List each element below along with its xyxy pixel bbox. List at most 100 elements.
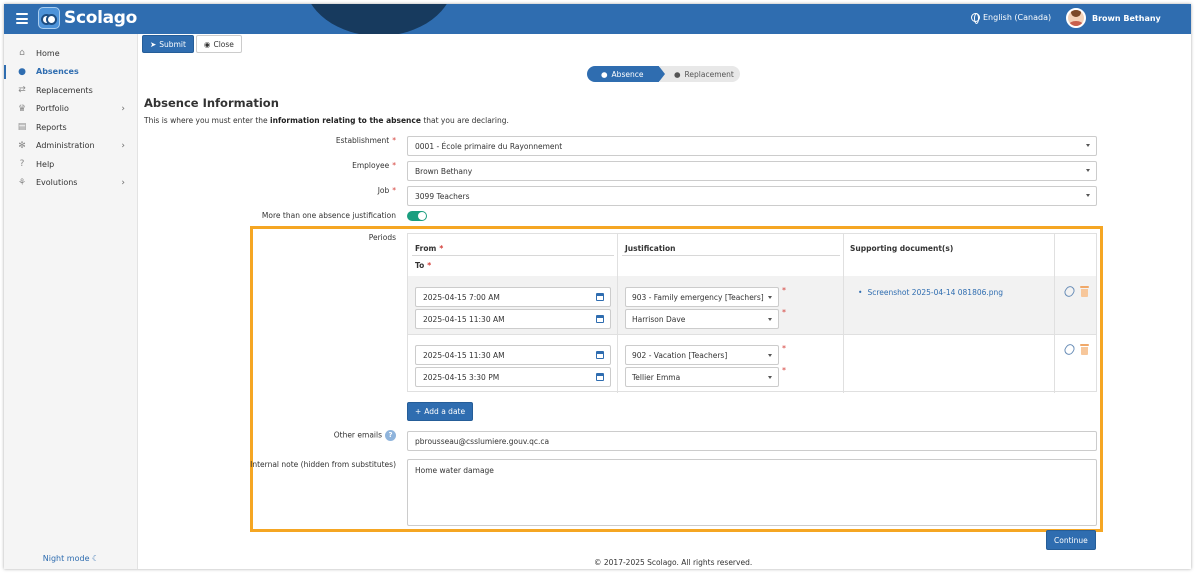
header-documents: Supporting document(s): [850, 244, 954, 253]
sidebar-item-help[interactable]: ? Help: [4, 155, 137, 174]
employee-label: Employee *: [254, 161, 396, 170]
page-title: Absence Information: [144, 96, 279, 110]
header-from: From *: [415, 244, 443, 253]
sidebar-item-portfolio[interactable]: ♛ Portfolio ›: [4, 100, 137, 119]
calendar-icon[interactable]: [596, 373, 604, 381]
to-value: 2025-04-15 3:30 PM: [423, 372, 500, 382]
step-label: Absence: [611, 69, 644, 79]
paperclip-icon[interactable]: [1062, 342, 1077, 357]
trash-icon[interactable]: [1080, 344, 1089, 355]
period-2-approver-select[interactable]: Tellier Emma: [625, 367, 779, 387]
avatar: [1066, 8, 1086, 28]
sidebar-item-label: Evolutions: [36, 178, 78, 188]
calendar-icon[interactable]: [596, 315, 604, 323]
sidebar-item-home[interactable]: ⌂ Home: [4, 44, 137, 63]
from-value: 2025-04-15 7:00 AM: [423, 292, 500, 302]
form-toolbar: ➤ Submit ◉ Close: [142, 35, 242, 53]
calendar-icon[interactable]: [596, 293, 604, 301]
sidebar-item-absences[interactable]: ● Absences: [4, 63, 137, 82]
header-from-text: From: [415, 244, 437, 253]
caret-down-icon: [768, 318, 772, 321]
home-icon: ⌂: [19, 48, 25, 59]
menu-toggle-icon[interactable]: [16, 13, 28, 24]
approver-value: Tellier Emma: [632, 372, 681, 382]
justification-value: 903 - Family emergency [Teachers]: [632, 292, 764, 302]
desc-bold-text: information relating to the absence: [270, 116, 421, 125]
night-mode-toggle[interactable]: Night mode ☾: [4, 554, 138, 563]
add-date-button[interactable]: + Add a date: [407, 402, 474, 421]
required-mark: *: [392, 186, 396, 195]
employee-select[interactable]: Brown Bethany: [407, 161, 1097, 181]
trophy-icon: ♛: [17, 103, 27, 114]
job-label: Job *: [254, 186, 396, 195]
continue-button[interactable]: Continue: [1046, 530, 1096, 550]
submit-label: Submit: [159, 39, 186, 49]
trash-icon[interactable]: [1080, 286, 1089, 297]
header-to: To *: [415, 261, 431, 270]
gear-icon: ✻: [18, 140, 26, 151]
required-mark: *: [782, 308, 786, 317]
establishment-value: 0001 - École primaire du Rayonnement: [415, 141, 563, 151]
sidebar-item-reports[interactable]: ▤ Reports: [4, 118, 137, 137]
required-mark: *: [392, 136, 396, 145]
other-emails-input[interactable]: pbrousseau@csslumiere.gouv.qc.ca: [407, 431, 1097, 451]
user-icon: ●: [674, 69, 681, 79]
document-link[interactable]: Screenshot 2025-04-14 081806.png: [858, 288, 1003, 297]
employee-label-text: Employee: [352, 161, 390, 170]
step-absence[interactable]: ● Absence: [587, 66, 665, 82]
top-header: Scolago English (Canada) Brown Bethany: [4, 4, 1191, 34]
period-1-from-input[interactable]: 2025-04-15 7:00 AM: [415, 287, 611, 307]
period-2-from-input[interactable]: 2025-04-15 11:30 AM: [415, 345, 611, 365]
help-icon[interactable]: ?: [385, 430, 396, 441]
caret-down-icon: [768, 296, 772, 299]
absence-user-icon: ●: [601, 69, 608, 79]
internal-note-value: Home water damage: [415, 466, 494, 475]
absence-user-icon: ●: [18, 66, 26, 77]
sidebar-item-evolutions[interactable]: ⚘ Evolutions ›: [4, 174, 137, 193]
moon-icon: ☾: [92, 554, 100, 563]
required-mark: *: [439, 244, 444, 253]
required-mark: *: [392, 161, 396, 170]
sidebar-item-administration[interactable]: ✻ Administration ›: [4, 137, 137, 156]
caret-down-icon: [768, 354, 772, 357]
establishment-label-text: Establishment: [335, 136, 390, 145]
step-replacement[interactable]: ● Replacement: [660, 66, 740, 82]
user-name: Brown Bethany: [1092, 13, 1161, 23]
job-select[interactable]: 3099 Teachers: [407, 186, 1097, 206]
globe-icon: [971, 13, 980, 24]
row-divider: [408, 334, 1096, 335]
sidebar-item-label: Reports: [36, 122, 67, 132]
sidebar-item-label: Absences: [36, 67, 79, 77]
multi-justification-label: More than one absence justification: [261, 211, 396, 220]
other-emails-value: pbrousseau@csslumiere.gouv.qc.ca: [415, 436, 550, 446]
submit-button[interactable]: ➤ Submit: [142, 35, 194, 53]
language-selector[interactable]: English (Canada): [971, 13, 1052, 24]
other-emails-label: Other emails?: [284, 430, 396, 441]
header-decoration: [304, 4, 454, 34]
period-2-to-input[interactable]: 2025-04-15 3:30 PM: [415, 367, 611, 387]
period-2-justification-select[interactable]: 902 - Vacation [Teachers]: [625, 345, 779, 365]
required-mark: *: [782, 344, 786, 353]
from-value: 2025-04-15 11:30 AM: [423, 350, 505, 360]
brand-logo[interactable]: Scolago: [38, 7, 137, 29]
internal-note-textarea[interactable]: Home water damage: [407, 459, 1097, 526]
period-1-justification-select[interactable]: 903 - Family emergency [Teachers]: [625, 287, 779, 307]
owl-logo-icon: [38, 7, 60, 29]
multi-justification-toggle[interactable]: [407, 211, 427, 221]
col-documents: [844, 234, 1055, 393]
periods-label: Periods: [368, 233, 396, 242]
period-1-approver-select[interactable]: Harrison Dave: [625, 309, 779, 329]
period-1-to-input[interactable]: 2025-04-15 11:30 AM: [415, 309, 611, 329]
sidebar-item-replacements[interactable]: ⇄ Replacements: [4, 81, 137, 100]
sprout-icon: ⚘: [17, 177, 27, 188]
job-label-text: Job: [377, 186, 390, 195]
calendar-icon[interactable]: [596, 351, 604, 359]
wizard-steps: ● Absence ● Replacement: [587, 66, 740, 82]
close-button[interactable]: ◉ Close: [195, 35, 242, 53]
user-menu[interactable]: Brown Bethany: [1066, 8, 1161, 28]
caret-down-icon: [768, 376, 772, 379]
close-circle-icon: ◉: [203, 39, 211, 49]
sidebar-item-label: Home: [36, 48, 60, 58]
language-label: English (Canada): [983, 13, 1052, 22]
establishment-select[interactable]: 0001 - École primaire du Rayonnement: [407, 136, 1097, 156]
